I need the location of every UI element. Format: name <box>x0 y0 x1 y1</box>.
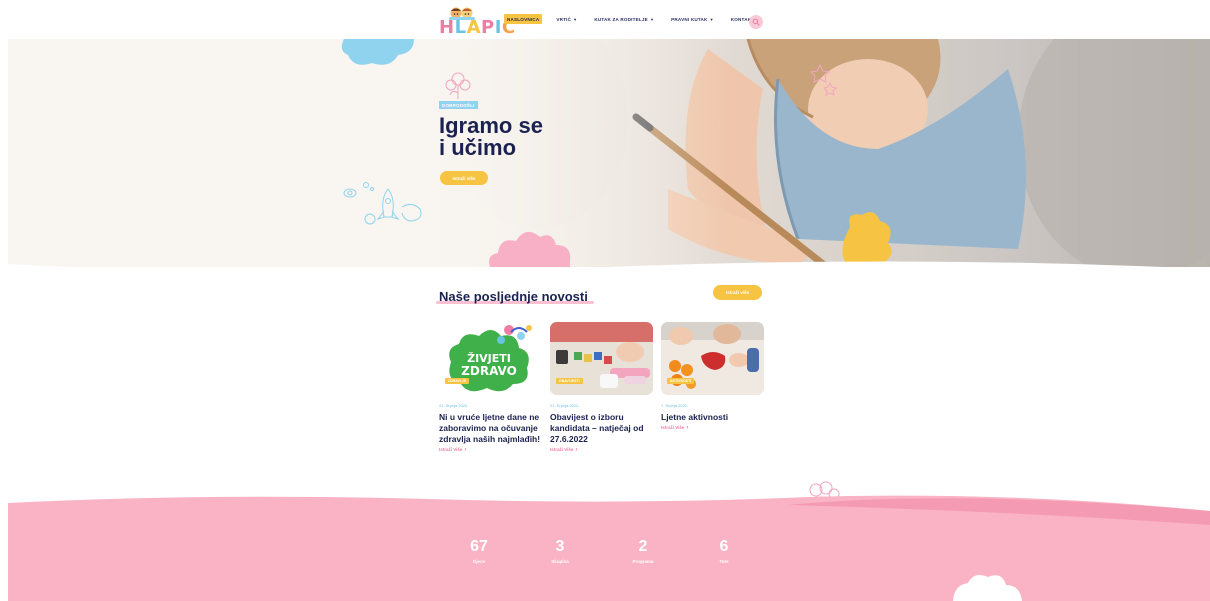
hero-title-line2: i učimo <box>439 135 517 160</box>
news-section-title: Naše posljednje novosti <box>439 289 588 304</box>
healthy-living-graphic: ŽIVJETI ZDRAVO <box>449 325 532 392</box>
nav-item-pravni-kutak[interactable]: PRAVNI KUTAK ▼ <box>668 14 717 24</box>
nav-item-naslovnica[interactable]: NASLOVNICA <box>504 14 543 24</box>
news-card-date: 21. Srpnja 2022. <box>439 403 469 408</box>
news-card-tag[interactable]: ZDRAVLJE <box>445 378 470 384</box>
news-card-tag[interactable]: AKTIVNOSTI <box>667 378 695 384</box>
image-text-line2: ZDRAVO <box>461 364 517 378</box>
blue-cloud-decor <box>341 39 414 65</box>
news-explore-button[interactable]: Istraži više <box>713 285 762 300</box>
chevron-right-icon: › <box>686 425 689 431</box>
chevron-down-icon: ▼ <box>573 16 578 22</box>
hero-fade-overlay <box>8 39 728 267</box>
news-card-date: 7. Srpnja 2022. <box>661 403 689 408</box>
news-card-title[interactable]: Ljetne aktivnosti <box>661 412 764 423</box>
stat-label: Tete <box>719 559 729 564</box>
stat-value: 3 <box>555 538 565 555</box>
stat-value: 2 <box>638 538 648 555</box>
nav-item-vrtic[interactable]: VRTIĆ ▼ <box>553 14 580 24</box>
news-card-image[interactable]: OBAVIJESTI <box>550 322 653 395</box>
stat-label: Programa <box>632 559 654 564</box>
stats-section-background <box>8 495 1210 601</box>
hero-section: DOBRODOŠLI Igramo se i učimo Istraži viš… <box>8 39 1210 267</box>
news-card-image[interactable]: ŽIVJETI ZDRAVO ZDRAVLJE <box>439 322 542 395</box>
stat-groups: 3 Skupina <box>530 538 590 564</box>
site-logo[interactable]: HLAPIĆ <box>437 6 515 38</box>
flower-outline-decor <box>445 72 471 99</box>
news-card[interactable]: OBAVIJESTI 21. Srpnja 2022. Obavijest o … <box>550 322 653 453</box>
news-card-image[interactable]: AKTIVNOSTI <box>661 322 764 395</box>
stat-label: Djece <box>472 559 485 564</box>
chevron-right-icon: › <box>464 447 467 453</box>
chevron-right-icon: › <box>575 447 578 453</box>
hero-title-line1: Igramo se <box>439 113 543 138</box>
hero-bottom-wave <box>8 261 1164 267</box>
news-card-read-more[interactable]: Istraži Više › <box>661 425 764 431</box>
stat-children: 67 Djece <box>449 538 509 564</box>
stat-programs: 2 Programa <box>613 538 673 564</box>
search-icon <box>752 18 760 26</box>
news-card[interactable]: ŽIVJETI ZDRAVO ZDRAVLJE 21. Srpnja 2022.… <box>439 322 542 453</box>
stat-label: Skupina <box>551 559 569 564</box>
news-card-title[interactable]: Obavijest o izboru kandidata – natječaj … <box>550 412 653 445</box>
news-card-title[interactable]: Ni u vruće ljetne dane ne zaboravimo na … <box>439 412 542 445</box>
hero-explore-button[interactable]: Istraži više <box>440 171 488 185</box>
oranges-activity-photo <box>661 322 764 395</box>
news-card[interactable]: AKTIVNOSTI 7. Srpnja 2022. Ljetne aktivn… <box>661 322 764 431</box>
hero-welcome-badge: DOBRODOŠLI <box>439 101 478 109</box>
news-card-tag[interactable]: OBAVIJESTI <box>556 378 583 384</box>
news-card-read-more[interactable]: Istraži Više › <box>550 447 653 453</box>
search-button[interactable] <box>749 15 763 29</box>
stat-value: 6 <box>719 538 729 555</box>
chevron-down-icon: ▼ <box>709 16 714 22</box>
kids-playing-photo <box>550 322 653 395</box>
chevron-down-icon: ▼ <box>649 16 655 22</box>
site-header: HLAPIĆ NASLOVNICA VRTIĆ ▼ KUTAK ZA RODITE… <box>0 0 1210 39</box>
stat-teachers: 6 Tete <box>694 538 754 564</box>
news-card-read-more[interactable]: Istraži Više › <box>439 447 542 453</box>
nav-item-kutak-za-roditelje[interactable]: KUTAK ZA RODITELJE ▼ <box>591 14 657 24</box>
stat-value: 67 <box>470 538 488 555</box>
main-nav: NASLOVNICA VRTIĆ ▼ KUTAK ZA RODITELJE ▼ PR… <box>504 12 768 26</box>
hero-title: Igramo se i učimo <box>439 115 599 159</box>
rocket-outline-decor <box>343 182 422 225</box>
news-card-date: 21. Srpnja 2022. <box>550 403 580 408</box>
